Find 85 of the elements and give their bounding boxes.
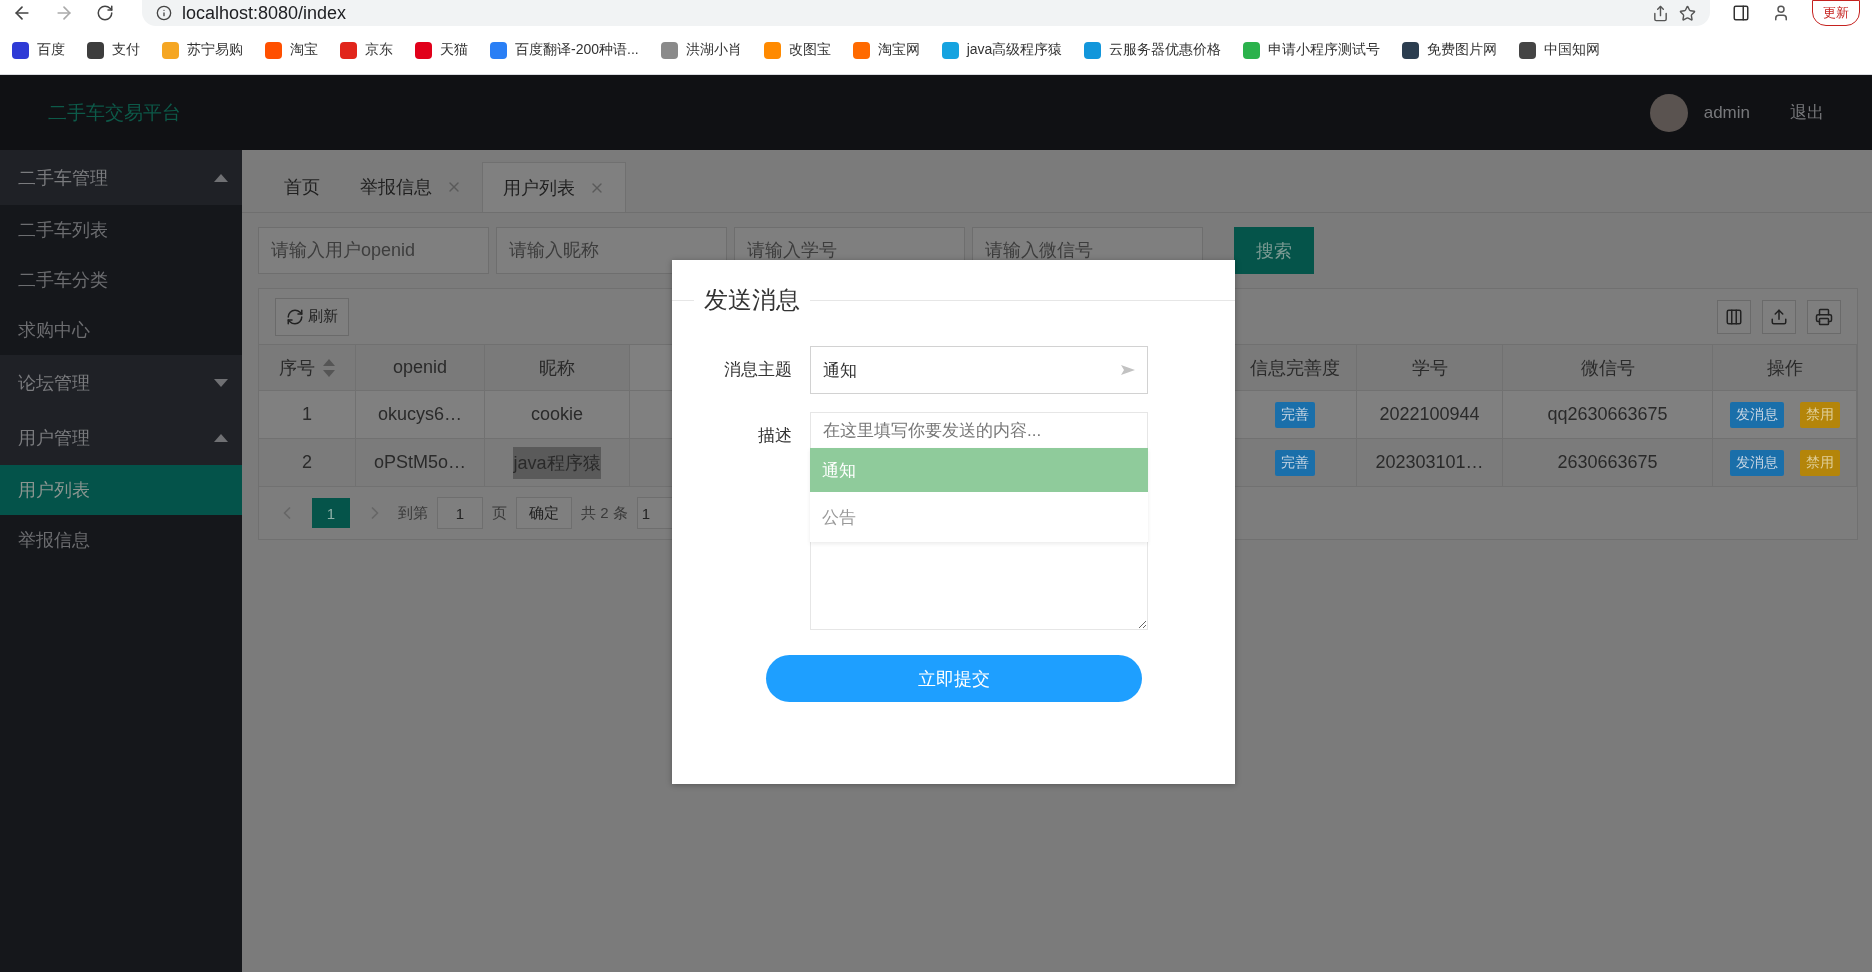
message-button[interactable]: 发消息 xyxy=(1729,401,1784,428)
column-header: 操作 xyxy=(1713,345,1857,391)
search-field[interactable]: 请输入昵称 xyxy=(496,227,727,274)
logout-link[interactable]: 退出 xyxy=(1790,101,1824,124)
bookmark-link[interactable]: 天猫 xyxy=(415,41,468,59)
avatar[interactable] xyxy=(1649,93,1688,132)
column-header: 微信号 xyxy=(1503,345,1713,391)
page-label: 页 xyxy=(492,503,507,523)
column-header: openid xyxy=(356,345,485,391)
disable-button[interactable]: 禁用 xyxy=(1799,449,1840,476)
dropdown-option[interactable]: 公告 xyxy=(810,492,1148,542)
bookmark-link[interactable]: 免费图片网 xyxy=(1402,41,1498,59)
update-button[interactable]: 更新 xyxy=(1812,0,1860,26)
url-text: localhost:8080/index xyxy=(182,2,347,24)
column-header[interactable]: 序号 xyxy=(259,345,356,391)
app-logo: 二手车交易平台 xyxy=(48,100,181,125)
address-bar[interactable]: localhost:8080/index xyxy=(142,0,1710,26)
page-input[interactable]: 1 xyxy=(437,497,483,529)
page-tab[interactable]: 用户列表 xyxy=(482,162,626,212)
refresh-icon xyxy=(286,307,304,326)
menu-group[interactable]: 论坛管理 xyxy=(0,355,242,410)
bookmark-link[interactable]: 百度翻译-200种语... xyxy=(490,41,639,59)
message-button[interactable]: 发消息 xyxy=(1729,449,1784,476)
table-cell: qq2630663675 xyxy=(1503,391,1713,439)
sort-icon xyxy=(323,358,335,377)
export-button[interactable] xyxy=(1762,299,1796,334)
confirm-button[interactable]: 确定 xyxy=(516,497,572,529)
bookmark-link[interactable]: 洪湖小肖 xyxy=(660,41,742,59)
bookmark-link[interactable]: 淘宝 xyxy=(265,41,318,59)
reload-icon[interactable] xyxy=(96,4,114,22)
share-icon[interactable] xyxy=(1652,4,1669,22)
expand-icon xyxy=(214,378,228,387)
status-badge: 完善 xyxy=(1275,401,1315,428)
bookmark-link[interactable]: 京东 xyxy=(340,41,393,59)
table-cell: 1 xyxy=(259,391,356,439)
table-cell: 202303101… xyxy=(1357,439,1503,487)
status-badge: 完善 xyxy=(1275,449,1315,476)
table-cell: 2 xyxy=(259,439,356,487)
columns-button[interactable] xyxy=(1717,299,1751,334)
printer-icon xyxy=(1815,307,1833,326)
total-count: 共 2 条 xyxy=(581,503,628,523)
submit-button[interactable]: 立即提交 xyxy=(765,655,1142,702)
upload-icon xyxy=(1770,307,1788,326)
field-label: 消息主题 xyxy=(723,359,793,381)
refresh-button[interactable]: 刷新 xyxy=(275,297,349,336)
dialog-title: 发送消息 xyxy=(703,285,801,315)
column-header: 学号 xyxy=(1357,345,1503,391)
bookmark-link[interactable]: 云服务器优惠价格 xyxy=(1084,41,1222,59)
table-cell: oPStM5o… xyxy=(356,439,485,487)
topic-select[interactable]: 通知 xyxy=(810,346,1148,394)
table-cell: okucys6… xyxy=(356,391,485,439)
menu-item[interactable]: 用户列表 xyxy=(0,465,242,515)
columns-icon xyxy=(1725,307,1743,326)
table-cell: 2630663675 xyxy=(1503,439,1713,487)
collapse-icon xyxy=(214,173,228,182)
user-name[interactable]: admin xyxy=(1703,102,1750,123)
page-button[interactable]: 1 xyxy=(312,498,350,528)
bookmark-link[interactable]: 改图宝 xyxy=(763,41,831,59)
menu-group[interactable]: 二手车管理 xyxy=(0,150,242,205)
field-label: 描述 xyxy=(757,425,793,447)
column-header: 昵称 xyxy=(485,345,630,391)
bookmark-link[interactable]: 申请小程序测试号 xyxy=(1243,41,1381,59)
print-button[interactable] xyxy=(1807,299,1841,334)
page-tab[interactable]: 首页 xyxy=(264,162,340,212)
star-icon[interactable] xyxy=(1679,4,1696,22)
bookmark-link[interactable]: 支付 xyxy=(87,41,140,59)
menu-group[interactable]: 用户管理 xyxy=(0,410,242,465)
page-tab[interactable]: 举报信息 xyxy=(340,162,482,212)
profile-icon[interactable] xyxy=(1772,4,1790,22)
bookmark-link[interactable]: 百度 xyxy=(12,41,65,59)
side-panel-icon[interactable] xyxy=(1732,4,1750,22)
bookmark-link[interactable]: 苏宁易购 xyxy=(162,41,243,59)
column-header: 信息完善度 xyxy=(1234,345,1357,391)
table-cell: cookie xyxy=(485,391,630,439)
table-cell: 2022100944 xyxy=(1357,391,1503,439)
disable-button[interactable]: 禁用 xyxy=(1799,401,1840,428)
goto-label: 到第 xyxy=(398,503,428,523)
search-button[interactable]: 搜索 xyxy=(1234,227,1314,274)
bookmark-link[interactable]: 淘宝网 xyxy=(852,41,920,59)
info-icon[interactable] xyxy=(156,5,172,21)
caret-icon xyxy=(1121,365,1135,375)
bookmark-link[interactable]: 中国知网 xyxy=(1519,41,1601,59)
collapse-icon xyxy=(214,433,228,442)
bookmark-link[interactable]: java高级程序猿 xyxy=(941,41,1063,59)
search-field[interactable]: 请输入用户openid xyxy=(258,227,489,274)
